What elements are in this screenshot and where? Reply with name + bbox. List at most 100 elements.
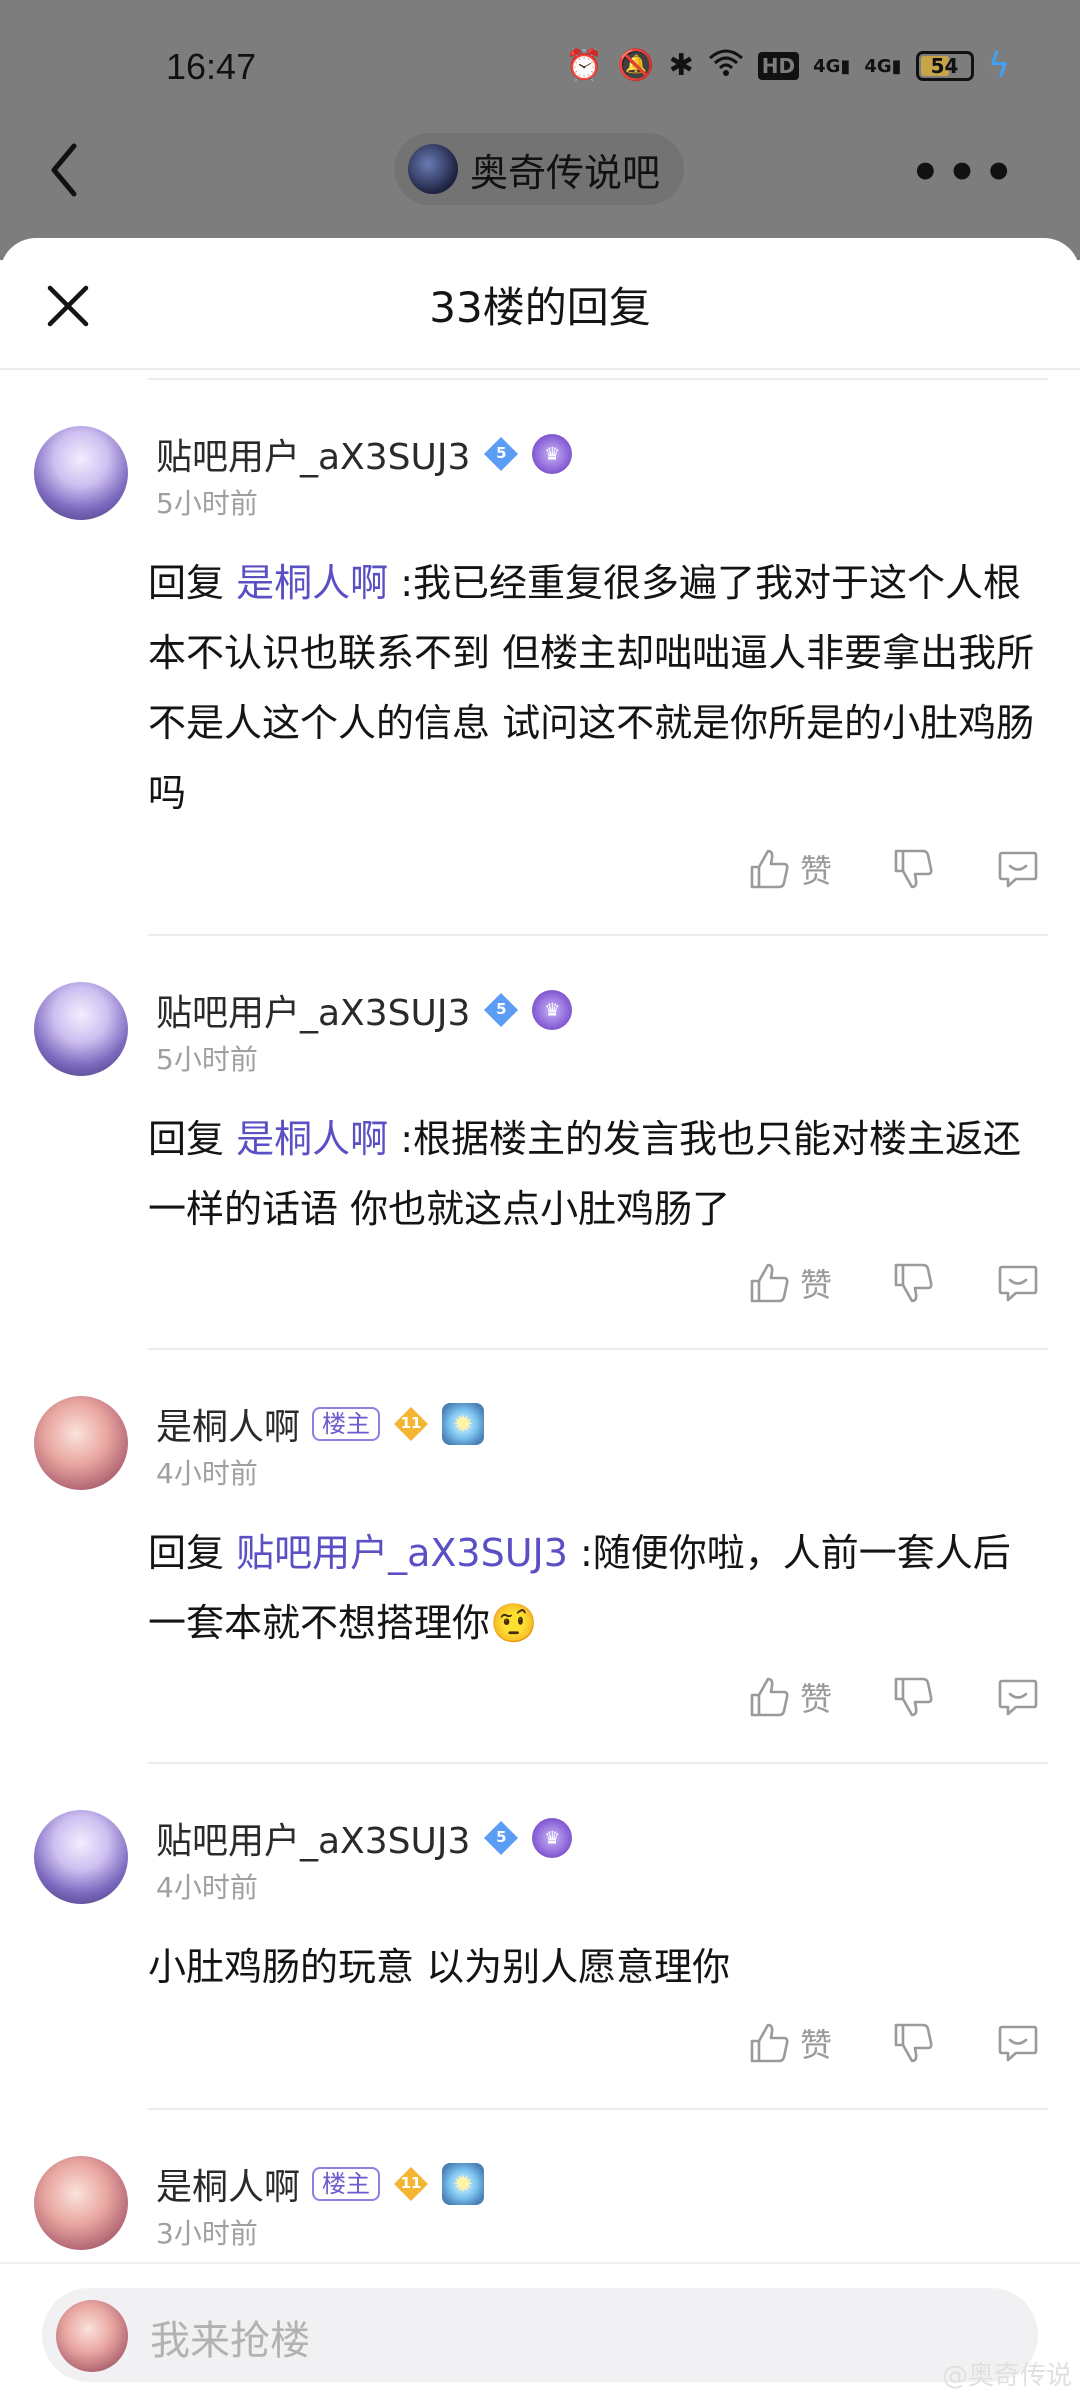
reply-sheet: 33楼的回复 贴吧用户_aX3SUJ3 5 ♛ 5小时前 回复 是桐人啊 :我已… <box>0 238 1080 2400</box>
mention-link[interactable]: 贴吧用户_aX3SUJ3 <box>236 1531 568 1575</box>
sheet-header: 33楼的回复 <box>0 238 1080 370</box>
username: 贴吧用户_aX3SUJ3 <box>156 993 471 1034</box>
dislike-button[interactable] <box>892 1675 936 1719</box>
reply-item: 是桐人啊 楼主 11 ✹ 3小时前 <box>0 2156 1080 2266</box>
thumbs-down-icon <box>894 2023 933 2063</box>
more-options-button[interactable]: ••• <box>910 145 1020 201</box>
comment-button[interactable] <box>996 1675 1040 1719</box>
watermark: @奥奇传说 <box>941 2361 1072 2391</box>
mention-link[interactable]: 是桐人啊 <box>236 1117 388 1161</box>
level-badge: 5 <box>482 1819 520 1857</box>
medal-icon: ✹ <box>442 2163 485 2205</box>
username: 贴吧用户_aX3SUJ3 <box>156 1821 471 1862</box>
like-button[interactable]: 赞 <box>748 1674 832 1720</box>
sheet-title: 33楼的回复 <box>429 283 651 332</box>
back-button[interactable] <box>42 140 88 200</box>
reply-actions: 赞 <box>688 1674 1040 1720</box>
reply-author[interactable]: 是桐人啊 楼主 11 ✹ <box>156 1398 485 1450</box>
reply-item: 贴吧用户_aX3SUJ3 5 ♛ 4小时前 小肚鸡肠的玩意 以为别人愿意理你 <box>0 1810 1080 1989</box>
thumbs-up-icon <box>750 2023 789 2063</box>
divider <box>148 2108 1048 2110</box>
alarm-icon: ⏰ <box>565 48 604 83</box>
divider <box>148 1348 1048 1350</box>
reply-content: 回复 贴吧用户_aX3SUJ3 :随便你啦，人前一套人后一套本就不想搭理你🤨 <box>148 1531 1011 1645</box>
reply-author[interactable]: 贴吧用户_aX3SUJ3 5 ♛ <box>156 984 573 1036</box>
reply-time: 4小时前 <box>156 1457 258 1490</box>
mention-link[interactable]: 是桐人啊 <box>236 561 388 605</box>
battery-icon: 54 <box>915 51 974 81</box>
owner-tag: 楼主 <box>312 1406 381 1442</box>
reply-input-placeholder: 我来抢楼 <box>150 2318 310 2364</box>
forum-avatar <box>408 144 458 194</box>
comment-icon <box>998 851 1038 888</box>
username: 是桐人啊 <box>156 1407 301 1448</box>
status-time: 16:47 <box>166 46 257 87</box>
like-button[interactable]: 赞 <box>748 846 832 892</box>
level-badge: 5 <box>482 991 520 1029</box>
reply-author[interactable]: 是桐人啊 楼主 11 ✹ <box>156 2158 485 2210</box>
chevron-left-icon <box>51 143 77 197</box>
reply-content: 回复 是桐人啊 :根据楼主的发言我也只能对楼主返还一样的话语 你也就这点小肚鸡肠… <box>148 1117 1021 1231</box>
dislike-button[interactable] <box>892 2021 936 2065</box>
avatar[interactable] <box>34 1810 128 1904</box>
medal-icon: ✹ <box>442 1403 485 1445</box>
comment-button[interactable] <box>996 2021 1040 2065</box>
reply-author[interactable]: 贴吧用户_aX3SUJ3 5 ♛ <box>156 428 573 480</box>
hd-icon: HD <box>757 52 800 80</box>
charging-icon: ϟ <box>987 46 1010 86</box>
medal-icon: ♛ <box>532 990 573 1030</box>
reply-item: 贴吧用户_aX3SUJ3 5 ♛ 5小时前 回复 是桐人啊 :我已经重复很多遍了… <box>0 426 1080 815</box>
wifi-icon <box>708 48 744 84</box>
reply-item: 是桐人啊 楼主 11 ✹ 4小时前 回复 贴吧用户_aX3SUJ3 :随便你啦，… <box>0 1396 1080 1645</box>
dislike-button[interactable] <box>892 847 936 891</box>
reply-input-bar: 我来抢楼 <box>0 2262 1080 2400</box>
status-bar: 16:47 ⏰ 🔕 ✱ HD 4G▮ 4G▮ 54 ϟ <box>0 0 1080 136</box>
comment-button[interactable] <box>996 847 1040 891</box>
signal-4g-icon: 4G▮ <box>864 55 902 77</box>
avatar <box>56 2300 128 2372</box>
owner-tag: 楼主 <box>312 2166 381 2202</box>
reply-actions: 赞 <box>688 846 1040 892</box>
level-badge: 11 <box>392 2165 430 2203</box>
signal-4g-icon: 4G▮ <box>813 55 851 77</box>
comment-icon <box>998 2025 1038 2062</box>
avatar[interactable] <box>34 1396 128 1490</box>
forum-name: 奥奇传说吧 <box>470 150 661 195</box>
comment-icon <box>998 1679 1038 1716</box>
reply-actions: 赞 <box>688 1260 1040 1306</box>
dislike-button[interactable] <box>892 1261 936 1305</box>
thumbs-up-icon <box>750 1677 789 1717</box>
avatar[interactable] <box>34 982 128 1076</box>
thumbs-down-icon <box>894 1263 933 1303</box>
medal-icon: ♛ <box>532 1818 573 1858</box>
reply-content: 回复 是桐人啊 :我已经重复很多遍了我对于这个人根本不认识也联系不到 但楼主却咄… <box>148 561 1035 815</box>
thumbs-up-icon <box>750 1263 789 1303</box>
comment-button[interactable] <box>996 1261 1040 1305</box>
reply-item: 贴吧用户_aX3SUJ3 5 ♛ 5小时前 回复 是桐人啊 :根据楼主的发言我也… <box>0 982 1080 1231</box>
username: 贴吧用户_aX3SUJ3 <box>156 437 471 478</box>
thumbs-down-icon <box>894 1677 933 1717</box>
divider <box>148 378 1048 380</box>
level-badge: 5 <box>482 435 520 473</box>
status-icons: ⏰ 🔕 ✱ HD 4G▮ 4G▮ 54 ϟ <box>566 46 1010 86</box>
like-button[interactable]: 赞 <box>748 1260 832 1306</box>
thumbs-down-icon <box>894 849 933 889</box>
thumbs-up-icon <box>750 849 789 889</box>
comment-icon <box>998 1265 1038 1302</box>
reply-content: 小肚鸡肠的玩意 以为别人愿意理你 <box>148 1945 731 1989</box>
reply-time: 5小时前 <box>156 487 258 520</box>
divider <box>148 934 1048 936</box>
reply-actions: 赞 <box>688 2020 1040 2066</box>
avatar[interactable] <box>34 426 128 520</box>
bluetooth-icon: ✱ <box>668 48 694 83</box>
reply-input[interactable]: 我来抢楼 <box>42 2288 1038 2382</box>
avatar[interactable] <box>34 2156 128 2250</box>
emoji: 🤨 <box>490 1601 538 1645</box>
reply-time: 5小时前 <box>156 1043 258 1076</box>
mute-icon: 🔕 <box>617 48 655 83</box>
level-badge: 11 <box>392 1405 430 1443</box>
forum-chip[interactable]: 奥奇传说吧 <box>394 133 685 205</box>
like-button[interactable]: 赞 <box>748 2020 832 2066</box>
medal-icon: ♛ <box>532 434 573 474</box>
reply-author[interactable]: 贴吧用户_aX3SUJ3 5 ♛ <box>156 1812 573 1864</box>
